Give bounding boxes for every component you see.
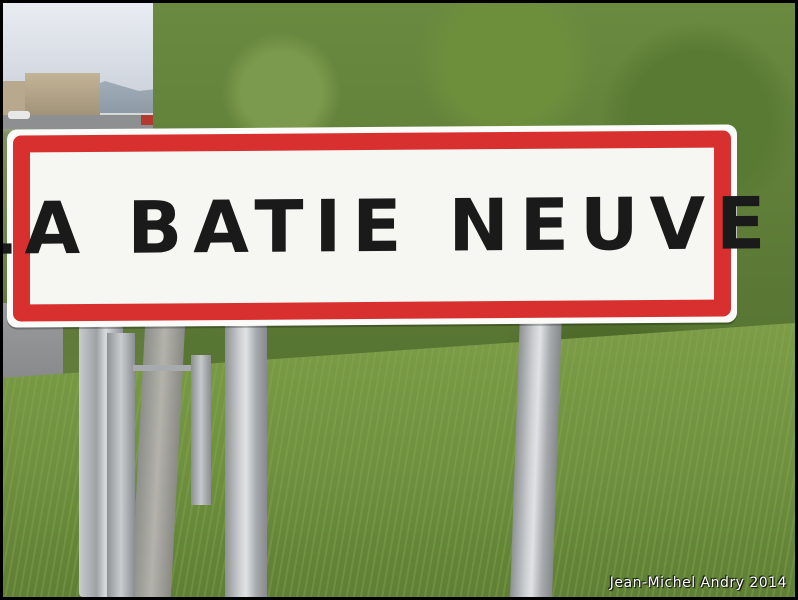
- photo-credit: Jean-Michel Andry 2014: [609, 575, 787, 591]
- building: [25, 73, 100, 121]
- sign-post-left: [225, 321, 267, 597]
- distant-car: [8, 111, 30, 119]
- sign-town-name: LA BATIE NEUVE: [3, 181, 777, 271]
- town-entry-sign: LA BATIE NEUVE: [3, 124, 776, 328]
- sign-red-border: LA BATIE NEUVE: [3, 130, 776, 322]
- guardrail-post: [107, 333, 135, 597]
- guardrail-bracket-post: [191, 355, 211, 505]
- photo-frame: LA BATIE NEUVE Jean-Michel Andry 2014: [3, 3, 795, 597]
- guardrail-bracket: [133, 365, 197, 427]
